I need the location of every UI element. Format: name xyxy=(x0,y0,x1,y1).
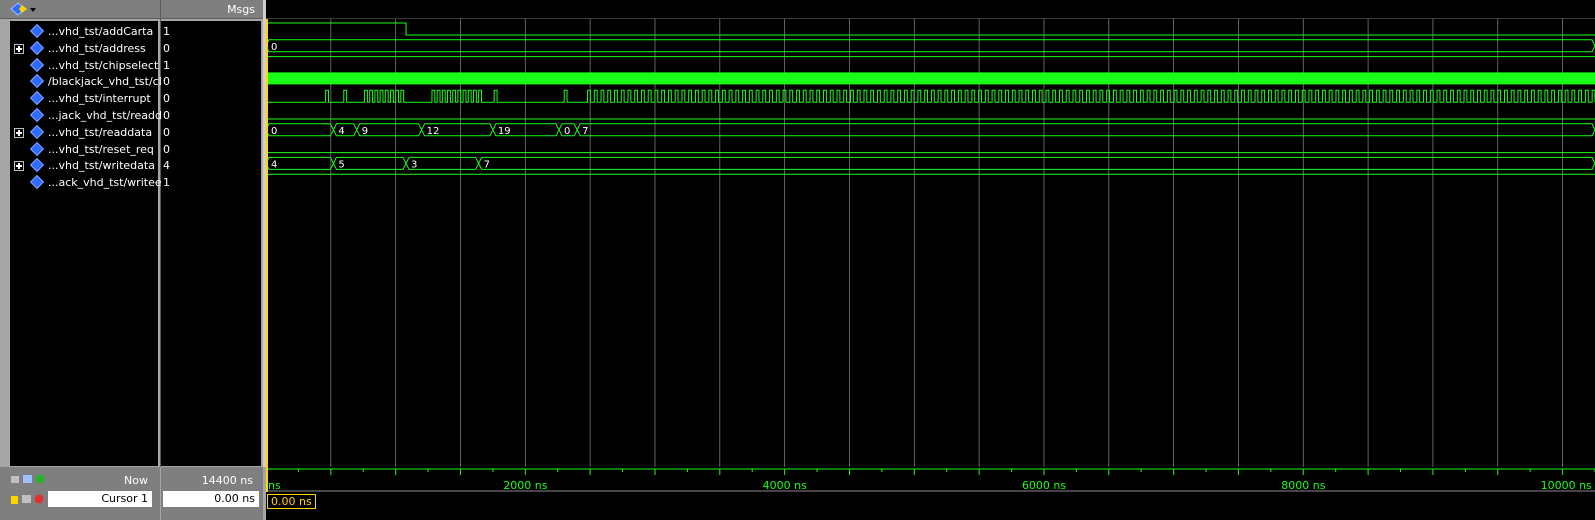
signal-icon xyxy=(29,141,45,156)
waveform-area[interactable]: 0 0 4 9 12 19 0 7 4 5 3 7 xyxy=(265,19,1595,467)
axis-label: 8000 ns xyxy=(1281,479,1326,492)
bus-label: 4 xyxy=(271,159,277,170)
signal-name: ...jack_vhd_tst/readd xyxy=(48,109,162,122)
bus-writedata xyxy=(478,156,1595,170)
bus-address xyxy=(265,39,1595,53)
cursor-icons[interactable] xyxy=(10,493,46,505)
cursor-label[interactable]: Cursor 1 xyxy=(48,491,152,507)
signal-list: ...vhd_tst/addCarta ...vhd_tst/address...… xyxy=(10,21,168,466)
signal-row[interactable]: ...vhd_tst/address xyxy=(10,40,158,57)
now-label: Now xyxy=(124,474,148,487)
axis-label: 6000 ns xyxy=(1021,479,1067,492)
signal-value: 0 xyxy=(163,75,170,89)
values-header: Msgs xyxy=(161,0,263,19)
signal-row[interactable]: ...vhd_tst/addCarta xyxy=(10,23,158,40)
signal-icon xyxy=(29,91,45,106)
now-icons[interactable] xyxy=(10,473,50,485)
signal-row[interactable]: ...jack_vhd_tst/readd xyxy=(10,107,162,124)
signal-icon xyxy=(29,107,45,123)
wave-interrupt xyxy=(266,89,1595,103)
axis-label: 4000 ns xyxy=(762,479,807,492)
signal-value: 0 xyxy=(163,92,170,106)
signal-row[interactable]: ...vhd_tst/writedata xyxy=(10,157,158,174)
bus-label: 0 xyxy=(271,126,277,137)
signal-row[interactable]: ...vhd_tst/reset_req xyxy=(10,141,158,158)
bus-label: 4 xyxy=(338,126,344,137)
axis-ticks xyxy=(266,467,1595,492)
axis-label: 2000 ns xyxy=(503,479,548,492)
bus-label: 0 xyxy=(564,126,570,137)
names-header xyxy=(0,0,160,19)
signal-icon xyxy=(29,124,45,139)
msgs-label: Msgs xyxy=(227,3,255,16)
cursor-value[interactable]: 0.00 ns xyxy=(163,491,259,507)
signal-row[interactable]: ...vhd_tst/interrupt xyxy=(10,90,158,107)
signal-row[interactable]: /blackjack_vhd_tst/clk xyxy=(10,73,168,90)
wave-header xyxy=(266,0,1595,19)
bus-label: 5 xyxy=(338,159,344,170)
waveform-canvas[interactable]: 0 0 4 9 12 19 0 7 4 5 3 7 xyxy=(265,19,1595,467)
bus-label: 7 xyxy=(582,126,588,137)
bottom-values: 14400 ns 0.00 ns xyxy=(161,467,263,520)
signal-value: 0 xyxy=(163,109,170,122)
wave-clk xyxy=(266,72,1595,85)
expand-icon[interactable] xyxy=(14,127,24,138)
bus-label: 19 xyxy=(498,126,511,137)
signal-value: 0 xyxy=(163,142,170,156)
signal-name: ...vhd_tst/reset_req xyxy=(48,142,154,156)
signal-icon xyxy=(29,175,45,190)
value-list: 1 0 1 0 0 0 0 0 4 1 xyxy=(161,21,261,466)
signal-row[interactable]: ...vhd_tst/readdata xyxy=(10,124,158,141)
bus-label: 12 xyxy=(427,126,440,137)
expand-icon[interactable] xyxy=(14,161,24,172)
bottom-left: Now Cursor 1 xyxy=(0,467,160,520)
signal-icon xyxy=(29,40,45,55)
toolbar-icon[interactable] xyxy=(10,2,44,16)
bus-label: 7 xyxy=(484,159,490,170)
bus-label: 9 xyxy=(362,126,368,137)
signal-value: 0 xyxy=(163,41,170,55)
signal-row[interactable]: ...vhd_tst/chipselect xyxy=(10,57,158,74)
bus-label: 0 xyxy=(271,42,277,53)
now-value: 14400 ns xyxy=(201,474,253,487)
signal-value: 1 xyxy=(163,58,170,72)
bus-label: 3 xyxy=(411,159,417,170)
signal-name: ...vhd_tst/writedata xyxy=(48,159,155,173)
bus-readdata xyxy=(576,123,1595,137)
cursor-time-box[interactable]: 0.00 ns xyxy=(267,494,316,509)
signal-name: ...ack_vhd_tst/writee xyxy=(48,176,162,190)
signal-icon xyxy=(29,74,45,89)
signal-name: /blackjack_vhd_tst/clk xyxy=(48,75,169,89)
signal-name: ...vhd_tst/addCarta xyxy=(48,25,154,38)
signal-icon xyxy=(29,57,45,72)
signal-icon xyxy=(29,158,45,173)
signal-name: ...vhd_tst/interrupt xyxy=(48,92,151,106)
signal-row[interactable]: ...ack_vhd_tst/writee xyxy=(10,174,162,191)
axis-label: ns xyxy=(268,479,281,492)
time-axis: ns 2000 ns 4000 ns 6000 ns 8000 ns 10000 ns 0… xyxy=(266,467,1595,520)
signal-value: 1 xyxy=(163,176,170,190)
signal-name: ...vhd_tst/chipselect xyxy=(48,58,159,72)
axis-label: 10000 ns xyxy=(1540,479,1592,492)
signal-name: ...vhd_tst/address xyxy=(48,41,146,55)
signal-value: 0 xyxy=(163,125,170,139)
bus-readdata xyxy=(332,123,358,137)
signal-value: 4 xyxy=(163,159,170,173)
signal-name: ...vhd_tst/readdata xyxy=(48,125,153,139)
signal-value: 1 xyxy=(163,25,170,38)
expand-icon[interactable] xyxy=(14,43,24,54)
wave-addcarta xyxy=(266,22,1595,36)
signal-icon xyxy=(29,23,45,39)
